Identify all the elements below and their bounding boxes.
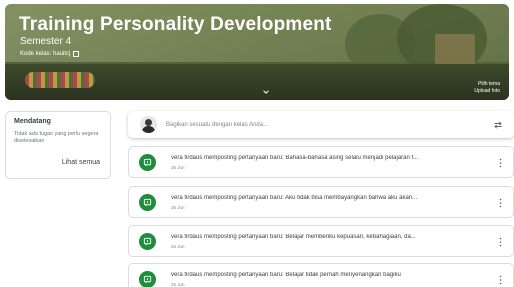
class-title[interactable]: Training Personality Development xyxy=(19,14,332,36)
view-all-link[interactable]: Lihat semua xyxy=(62,159,100,166)
post-date: 25 Jun xyxy=(171,282,185,287)
avatar-head xyxy=(145,119,152,126)
class-code-label: Kode kelas: hauitcj xyxy=(20,51,71,57)
question-icon xyxy=(139,271,156,287)
more-vert-icon[interactable] xyxy=(499,198,502,208)
upload-photo-link[interactable]: Upload foto xyxy=(474,88,500,95)
more-vert-icon[interactable] xyxy=(499,275,502,285)
select-theme-link[interactable]: Pilih tema xyxy=(474,81,500,88)
announce-box[interactable]: Bagikan sesuatu dengan kelas Anda... xyxy=(128,111,514,138)
class-code[interactable]: Kode kelas: hauitcj xyxy=(20,51,80,57)
repost-icon[interactable] xyxy=(493,120,503,130)
stream-post[interactable]: vera firdaus memposting pertanyaan baru:… xyxy=(128,225,514,257)
question-icon xyxy=(139,154,156,171)
chevron-down-icon[interactable] xyxy=(262,88,270,96)
question-icon xyxy=(139,233,156,250)
post-text: vera firdaus memposting pertanyaan baru:… xyxy=(171,234,416,240)
stream-post[interactable]: vera firdaus memposting pertanyaan baru:… xyxy=(128,263,514,287)
post-text: vera firdaus memposting pertanyaan baru:… xyxy=(171,155,419,161)
upcoming-title: Mendatang xyxy=(14,118,51,125)
class-section: Semester 4 xyxy=(20,36,72,47)
stream-post[interactable]: vera firdaus memposting pertanyaan baru:… xyxy=(128,146,514,178)
fullscreen-icon[interactable] xyxy=(73,51,80,57)
post-date: 25 Jun xyxy=(171,244,185,249)
banner-flowers xyxy=(25,72,95,88)
upcoming-empty-text: Tidak ada tugas yang perlu segera disele… xyxy=(14,131,99,144)
stream-post[interactable]: vera firdaus memposting pertanyaan baru:… xyxy=(128,186,514,218)
avatar-body xyxy=(142,126,155,133)
post-date: 25 Jun xyxy=(171,205,185,210)
announce-placeholder[interactable]: Bagikan sesuatu dengan kelas Anda... xyxy=(166,122,268,128)
more-vert-icon[interactable] xyxy=(499,237,502,247)
more-vert-icon[interactable] xyxy=(499,158,502,168)
post-text: vera firdaus memposting pertanyaan baru:… xyxy=(171,195,418,201)
post-text: vera firdaus memposting pertanyaan baru:… xyxy=(171,272,401,278)
avatar xyxy=(140,116,157,133)
classroom-stream-page: Training Personality Development Semeste… xyxy=(0,0,514,287)
upcoming-card: Mendatang Tidak ada tugas yang perlu seg… xyxy=(5,111,111,179)
post-date: 25 Jun xyxy=(171,165,185,170)
question-icon xyxy=(139,194,156,211)
theme-options: Pilih tema Upload foto xyxy=(474,81,500,95)
class-banner: Training Personality Development Semeste… xyxy=(5,4,509,100)
